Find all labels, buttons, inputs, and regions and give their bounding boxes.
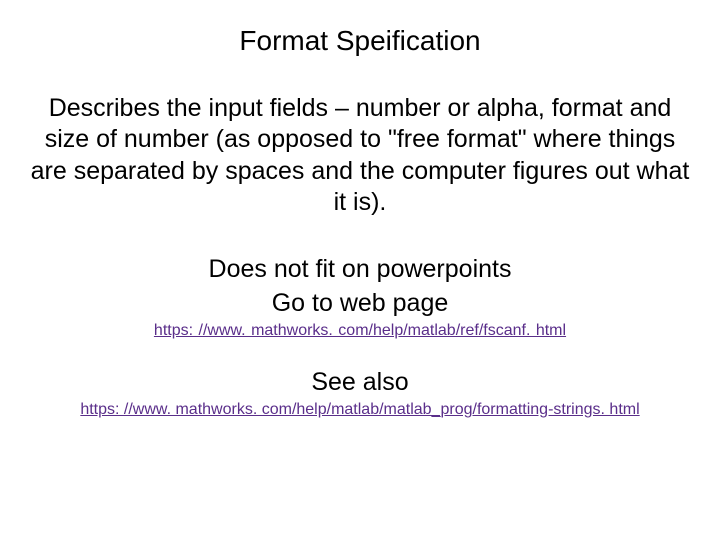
sub-line-1: Does not fit on powerpoints xyxy=(20,254,700,284)
main-paragraph: Describes the input fields – number or a… xyxy=(20,93,700,218)
formatting-strings-link[interactable]: https: //www. mathworks. com/help/matlab… xyxy=(20,401,700,419)
sub-line-2: Go to web page xyxy=(20,288,700,318)
see-also-heading: See also xyxy=(20,368,700,397)
fscanf-link[interactable]: https: //www. mathworks. com/help/matlab… xyxy=(20,322,700,340)
slide-title: Format Speification xyxy=(20,25,700,57)
